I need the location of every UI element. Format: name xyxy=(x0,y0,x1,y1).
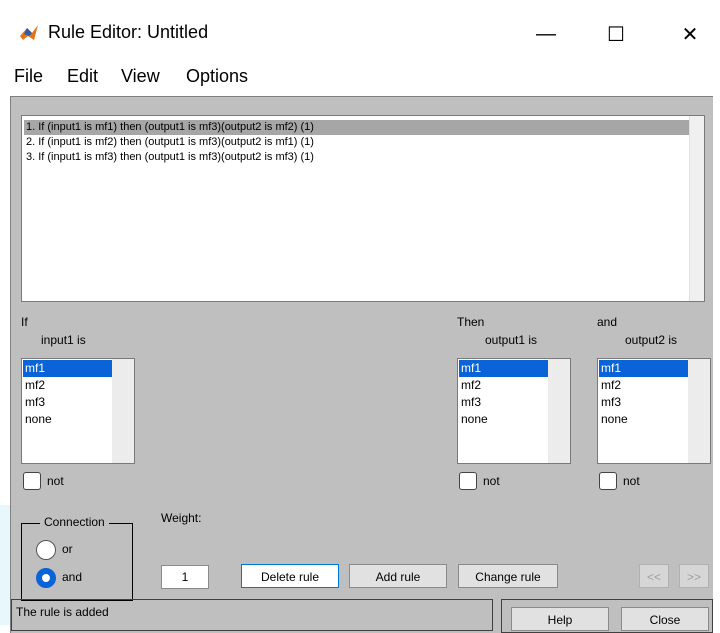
output1-label: output1 is xyxy=(485,333,538,347)
prev-rule-button[interactable]: << xyxy=(639,564,669,588)
menu-options[interactable]: Options xyxy=(186,66,248,87)
output1-not-checkbox[interactable] xyxy=(459,472,477,490)
help-button[interactable]: Help xyxy=(511,607,609,631)
not-label: not xyxy=(623,474,640,488)
output2-listbox[interactable]: mf1 mf2 mf3 none xyxy=(597,358,711,464)
list-item[interactable]: mf1 xyxy=(459,360,549,377)
close-window-button[interactable]: ✕ xyxy=(666,14,714,54)
status-bar: The rule is added xyxy=(11,599,493,631)
input1-listbox[interactable]: mf1 mf2 mf3 none xyxy=(21,358,135,464)
menu-file[interactable]: File xyxy=(14,66,43,87)
output1-listbox[interactable]: mf1 mf2 mf3 none xyxy=(457,358,571,464)
if-header: If xyxy=(21,315,28,329)
rule-row[interactable]: 3. If (input1 is mf3) then (output1 is m… xyxy=(24,150,694,165)
list-item[interactable]: mf1 xyxy=(599,360,689,377)
list-item[interactable]: none xyxy=(599,411,689,428)
list-item[interactable]: mf1 xyxy=(23,360,113,377)
not-label: not xyxy=(483,474,500,488)
title-bar: Rule Editor: Untitled — ☐ ✕ xyxy=(0,0,720,62)
next-rule-button[interactable]: >> xyxy=(679,564,709,588)
window-title: Rule Editor: Untitled xyxy=(48,22,209,42)
output2-not-checkbox[interactable] xyxy=(599,472,617,490)
then-header: Then xyxy=(457,315,485,329)
listbox-scrollbar[interactable] xyxy=(548,359,570,463)
list-item[interactable]: mf3 xyxy=(23,394,113,411)
weight-label: Weight: xyxy=(161,511,202,525)
rule-list-scrollbar[interactable] xyxy=(689,116,704,301)
list-item[interactable]: mf2 xyxy=(23,377,113,394)
menu-edit[interactable]: Edit xyxy=(67,66,98,87)
connection-group: Connection or and xyxy=(21,515,133,601)
delete-rule-button[interactable]: Delete rule xyxy=(241,564,339,588)
input1-not-checkbox[interactable] xyxy=(23,472,41,490)
rule-row[interactable]: 2. If (input1 is mf2) then (output1 is m… xyxy=(24,135,694,150)
connection-title: Connection xyxy=(40,515,109,529)
rule-editor-panel: 1. If (input1 is mf1) then (output1 is m… xyxy=(10,96,713,633)
rule-row[interactable]: 1. If (input1 is mf1) then (output1 is m… xyxy=(24,120,694,135)
not-label: not xyxy=(47,474,64,488)
list-item[interactable]: none xyxy=(23,411,113,428)
menu-view[interactable]: View xyxy=(121,66,160,87)
close-button[interactable]: Close xyxy=(621,607,709,631)
minimize-button[interactable]: — xyxy=(522,14,570,54)
list-item[interactable]: mf2 xyxy=(459,377,549,394)
connection-or-radio[interactable] xyxy=(36,540,56,560)
matlab-icon xyxy=(20,25,38,40)
list-item[interactable]: none xyxy=(459,411,549,428)
maximize-button[interactable]: ☐ xyxy=(592,14,640,54)
connection-and-label: and xyxy=(62,570,83,584)
change-rule-button[interactable]: Change rule xyxy=(458,564,558,588)
listbox-scrollbar[interactable] xyxy=(112,359,134,463)
output2-label: output2 is xyxy=(625,333,678,347)
add-rule-button[interactable]: Add rule xyxy=(349,564,447,588)
connection-and-radio[interactable] xyxy=(36,568,56,588)
listbox-scrollbar[interactable] xyxy=(688,359,710,463)
rule-list[interactable]: 1. If (input1 is mf1) then (output1 is m… xyxy=(21,115,705,302)
and-header: and xyxy=(597,315,618,329)
list-item[interactable]: mf3 xyxy=(599,394,689,411)
connection-or-label: or xyxy=(62,542,73,556)
menu-bar: File Edit View Options xyxy=(0,62,720,92)
list-item[interactable]: mf3 xyxy=(459,394,549,411)
input1-label: input1 is xyxy=(41,333,86,347)
list-item[interactable]: mf2 xyxy=(599,377,689,394)
weight-input[interactable]: 1 xyxy=(161,565,209,589)
